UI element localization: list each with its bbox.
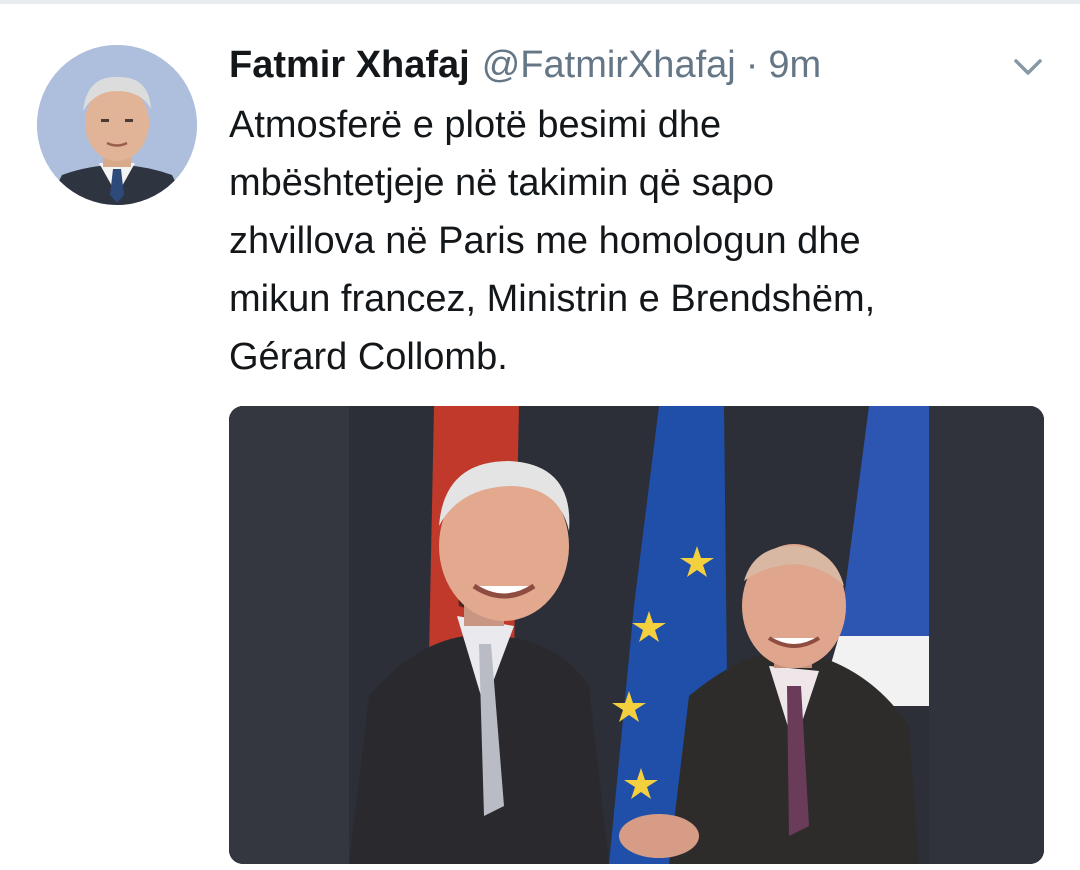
tweet-header: Fatmir Xhafaj @FatmirXhafaj · 9m	[229, 38, 821, 92]
tweet-text-line: Atmosferë e plotë besimi dhe	[229, 104, 722, 146]
author-avatar[interactable]	[37, 45, 197, 205]
tweet-text-line: mbështetjeje në takimin që sapo	[229, 162, 774, 204]
header-separator: ·	[745, 44, 759, 86]
tweet-text: Atmosferë e plotë besimi dhe mbështetjej…	[229, 96, 1029, 386]
tweet-text-line: mikun francez, Ministrin e Brendshëm,	[229, 278, 876, 320]
author-handle[interactable]: @FatmirXhafaj	[482, 38, 736, 92]
tweet-card[interactable]: Fatmir Xhafaj @FatmirXhafaj · 9m Atmosfe…	[0, 0, 1080, 870]
author-display-name[interactable]: Fatmir Xhafaj	[229, 38, 470, 92]
chevron-down-icon[interactable]	[1010, 52, 1046, 82]
tweet-text-line: zhvillova në Paris me homologun dhe	[229, 220, 861, 262]
photo-illustration	[229, 406, 1044, 864]
avatar-photo	[37, 45, 197, 205]
tweet-media-photo[interactable]	[229, 406, 1044, 864]
tweet-text-line: Gérard Collomb.	[229, 336, 508, 378]
tweet-timestamp[interactable]: 9m	[768, 38, 821, 92]
